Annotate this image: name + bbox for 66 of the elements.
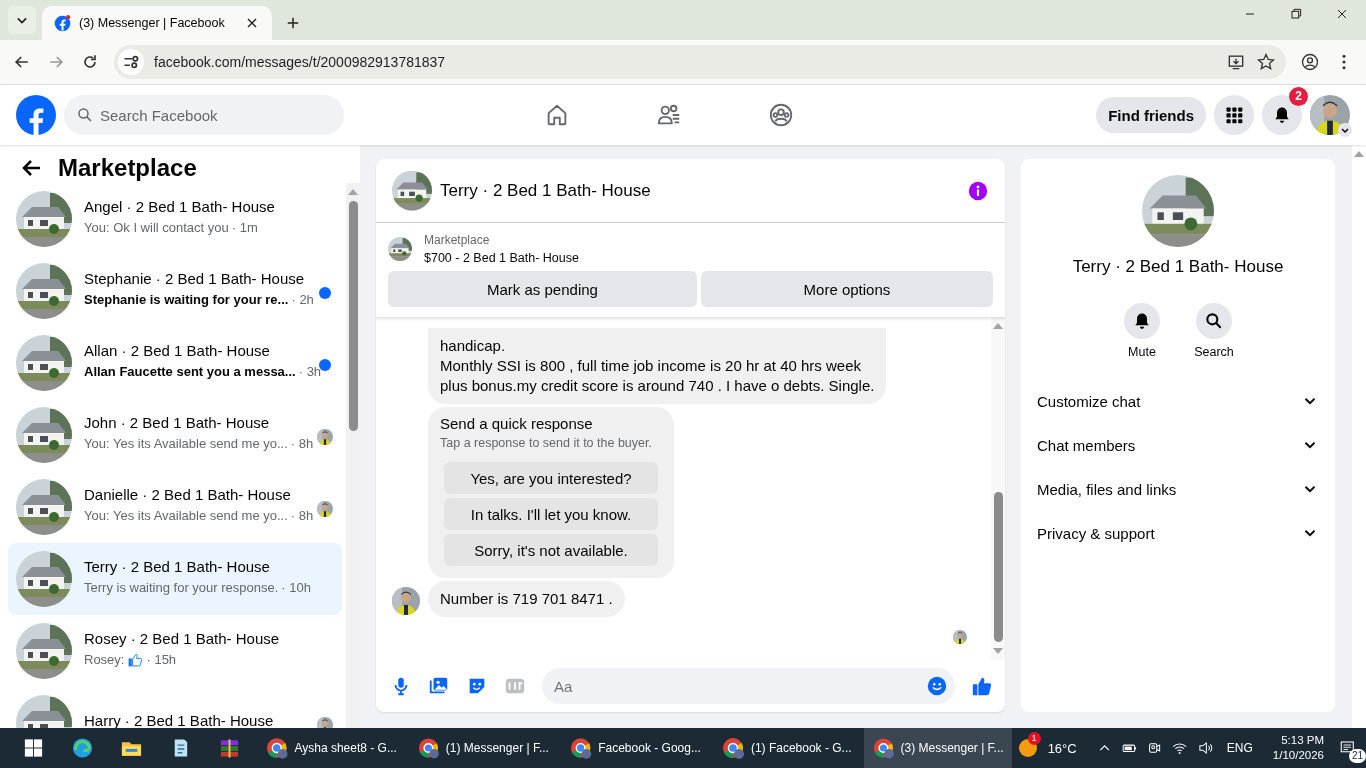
conversation-item[interactable]: Rosey · 2 Bed 1 Bath- House Rosey: · 15h — [8, 615, 342, 687]
message-time: · 10h — [281, 580, 311, 596]
address-bar[interactable]: facebook.com/messages/t/2000982913781837 — [114, 45, 1286, 79]
quick-response-title: Send a quick response — [440, 415, 594, 432]
chat-name: Terry · 2 Bed 1 Bath- House — [1072, 257, 1284, 277]
notification-count: 21 — [1348, 749, 1366, 763]
message-time: · 1m — [231, 220, 258, 236]
message-time: · 8h — [290, 508, 314, 524]
conversation-name: Allan · 2 Bed 1 Bath- House — [84, 342, 271, 360]
conversation-name: Terry · 2 Bed 1 Bath- House — [84, 558, 271, 576]
action-label: Search — [1194, 345, 1234, 359]
listing-label: Marketplace — [424, 233, 491, 247]
find-friends-button[interactable]: Find friends — [1096, 97, 1206, 133]
quick-response-button[interactable]: Yes, are you interested? — [444, 462, 658, 494]
message-preview: Allan Faucette sent you a messa... — [84, 364, 296, 380]
conversation-item[interactable]: Stephanie · 2 Bed 1 Bath- House Stephanie is waiting for your re... · 2h — [8, 255, 342, 327]
message-time: · 3h — [298, 364, 322, 380]
chat-title: Terry · 2 Bed 1 Bath- House — [440, 180, 652, 201]
taskbar-item[interactable]: (1) Facebook - G... — [712, 728, 860, 768]
weather-badge: 1 — [1027, 732, 1041, 745]
quick-response-subtitle: Tap a response to send it to the buyer. — [440, 436, 653, 450]
taskbar-item[interactable]: (1) Messenger | F... — [408, 728, 557, 768]
temperature: 16°C — [1047, 740, 1077, 756]
taskbar-item[interactable]: Facebook - Goog... — [560, 728, 709, 768]
language-indicator[interactable]: ENG — [1226, 741, 1253, 755]
listing-action-button[interactable]: More options — [700, 271, 993, 307]
message-preview: You: Yes its Available send me yo... — [84, 508, 288, 524]
section-header[interactable]: Media, files and links — [1029, 467, 1327, 511]
taskbar-item[interactable]: (3) Messenger | F... — [863, 728, 1012, 768]
conversation-item[interactable]: John · 2 Bed 1 Bath- House You: Yes its Available send me yo... · 8h — [8, 399, 342, 471]
section-header[interactable]: Chat members — [1029, 423, 1327, 467]
tab-title: (3) Messenger | Facebook — [79, 16, 226, 30]
section-header[interactable]: Customize chat — [1029, 379, 1327, 423]
search-field[interactable]: Search Facebook — [64, 95, 344, 135]
action-label: Mute — [1128, 345, 1156, 359]
message-preview: Stephanie is waiting for your re... — [84, 292, 289, 308]
browser-tab[interactable]: (3) Messenger | Facebook — [42, 6, 272, 40]
sidebar-title: Marketplace — [58, 153, 197, 183]
quick-response-button[interactable]: Sorry, it's not available. — [444, 534, 658, 566]
listing-action-button[interactable]: Mark as pending — [388, 271, 697, 307]
conversation-item[interactable]: Allan · 2 Bed 1 Bath- House Allan Faucette sent you a messa... · 3h — [8, 327, 342, 399]
conversation-name: Danielle · 2 Bed 1 Bath- House — [84, 486, 292, 504]
conversation-name: John · 2 Bed 1 Bath- House — [84, 414, 271, 432]
message-preview: Terry is waiting for your response. — [84, 580, 279, 596]
conversation-name: Angel · 2 Bed 1 Bath- House — [84, 198, 276, 216]
quick-response-button[interactable]: In talks. I'll let you know. — [444, 498, 658, 530]
message-time: · 8h — [290, 436, 314, 452]
message-time: · 2h — [291, 292, 314, 308]
message-preview: You: Yes its Available send me yo... — [84, 436, 288, 452]
taskbar-item[interactable]: Aysha sheet8 - G... — [256, 728, 405, 768]
clock[interactable]: 5:13 PM 1/10/2026 — [1272, 733, 1325, 763]
listing-title: $700 - 2 Bed 1 Bath- House — [424, 251, 579, 265]
conversation-item[interactable]: Angel · 2 Bed 1 Bath- House You: Ok I will contact you · 1m — [8, 183, 342, 255]
conversation-item[interactable]: Terry · 2 Bed 1 Bath- House Terry is waiting for your response. · 10h — [8, 543, 342, 615]
message-preview: Rosey: — [84, 652, 125, 668]
conversation-name: Rosey · 2 Bed 1 Bath- House — [84, 630, 281, 648]
message-time: · 15h — [146, 652, 177, 668]
message-bubble: handicap. Monthly SSI is 800 , full time job income is 20 hr at 40 hrs week plus bonus.my credit score is around 740 . I have o debts. Single. — [428, 328, 887, 404]
section-header[interactable]: Privacy & support — [1029, 511, 1327, 555]
message-bubble: Number is 719 701 8471 . — [428, 581, 625, 617]
message-field[interactable]: Aa — [542, 668, 955, 704]
conversation-item[interactable]: Danielle · 2 Bed 1 Bath- House You: Yes its Available send me yo... · 8h — [8, 471, 342, 543]
conversation-name: Stephanie · 2 Bed 1 Bath- House — [84, 270, 304, 288]
message-preview: You: Ok I will contact you — [84, 220, 229, 236]
notification-badge: 2 — [1289, 87, 1308, 106]
url-text: facebook.com/messages/t/2000982913781837 — [154, 54, 446, 70]
